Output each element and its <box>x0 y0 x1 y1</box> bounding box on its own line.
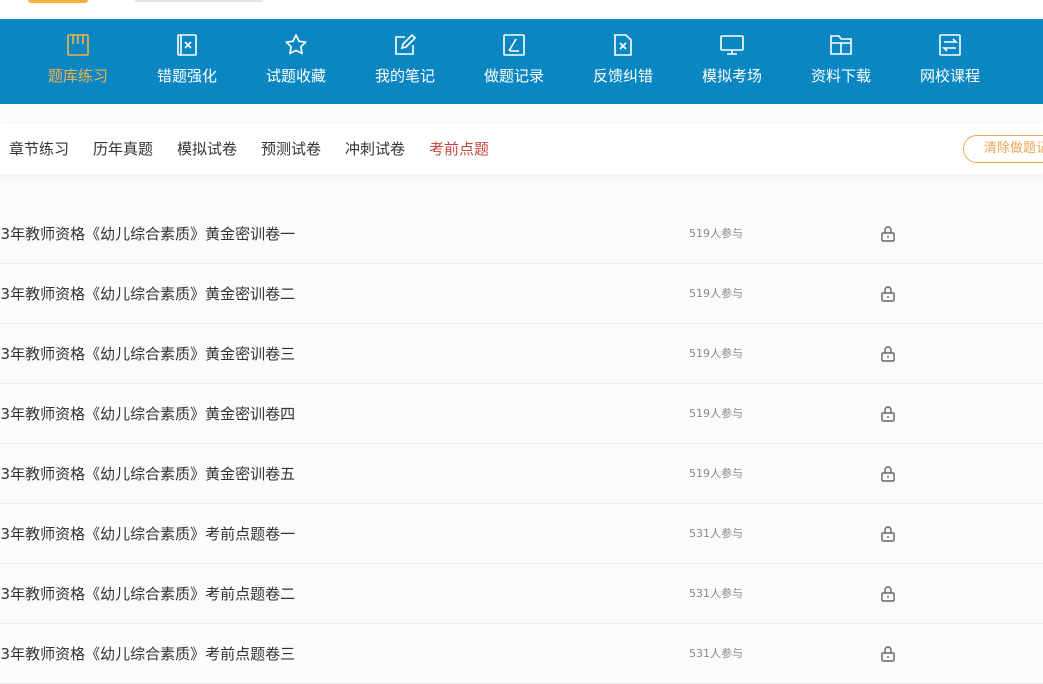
paper-title[interactable]: 23年教师资格《幼儿综合素质》考前点题卷二 <box>0 564 295 624</box>
participant-count: 519人参与 <box>689 407 743 420</box>
nav-item-label: 模拟考场 <box>701 67 762 85</box>
lock-icon[interactable] <box>880 225 896 243</box>
nav-item-downloads[interactable]: 资料下载 <box>791 19 891 104</box>
lock-icon[interactable] <box>880 585 896 603</box>
top-strip <box>0 0 1043 19</box>
feedback-x-icon <box>610 32 636 58</box>
nav-item-label: 资料下载 <box>810 67 871 85</box>
star-icon <box>283 32 309 58</box>
main-nav: 题库练习 错题强化 试题收藏 我的笔记 做题记录 反馈纠错 模拟考场 资料下载 … <box>0 19 1043 104</box>
course-icon <box>937 32 963 58</box>
participant-count: 519人参与 <box>689 287 743 300</box>
list-item[interactable]: 23年教师资格《幼儿综合素质》黄金密训卷五 519人参与 <box>0 444 1043 504</box>
paper-title[interactable]: 23年教师资格《幼儿综合素质》黄金密训卷一 <box>0 204 295 264</box>
paper-title[interactable]: 23年教师资格《幼儿综合素质》考前点题卷一 <box>0 504 295 564</box>
lock-icon[interactable] <box>880 525 896 543</box>
top-divider <box>135 0 263 2</box>
nav-item-label: 试题收藏 <box>265 67 326 85</box>
list-item[interactable]: 23年教师资格《幼儿综合素质》考前点题卷三 531人参与 <box>0 624 1043 684</box>
nav-item-wrong-questions[interactable]: 错题强化 <box>137 19 237 104</box>
list-item[interactable]: 23年教师资格《幼儿综合素质》黄金密训卷三 519人参与 <box>0 324 1043 384</box>
list-item[interactable]: 23年教师资格《幼儿综合素质》考前点题卷二 531人参与 <box>0 564 1043 624</box>
participant-count: 519人参与 <box>689 467 743 480</box>
nav-item-label: 做题记录 <box>483 67 544 85</box>
nav-item-question-bank[interactable]: 题库练习 <box>28 19 128 104</box>
paper-title[interactable]: 23年教师资格《幼儿综合素质》黄金密训卷二 <box>0 264 295 324</box>
top-accent <box>28 0 88 3</box>
nav-item-label: 反馈纠错 <box>592 67 653 85</box>
list-item[interactable]: 23年教师资格《幼儿综合素质》黄金密训卷一 519人参与 <box>0 204 1043 264</box>
wrong-question-icon <box>174 32 200 58</box>
lock-icon[interactable] <box>880 285 896 303</box>
lock-icon[interactable] <box>880 465 896 483</box>
clear-records-button[interactable]: 清除做题记录 <box>963 135 1043 163</box>
nav-item-label: 我的笔记 <box>374 67 435 85</box>
tab-predicted-papers[interactable]: 预测试卷 <box>261 124 321 174</box>
note-edit-icon <box>392 32 418 58</box>
paper-title[interactable]: 23年教师资格《幼儿综合素质》考前点题卷三 <box>0 624 295 684</box>
nav-item-records[interactable]: 做题记录 <box>464 19 564 104</box>
book-icon <box>65 32 91 58</box>
tab-mock-papers[interactable]: 模拟试卷 <box>177 124 237 174</box>
lock-icon[interactable] <box>880 645 896 663</box>
nav-item-feedback[interactable]: 反馈纠错 <box>573 19 673 104</box>
record-icon <box>501 32 527 58</box>
participant-count: 531人参与 <box>689 587 743 600</box>
nav-item-label: 错题强化 <box>156 67 217 85</box>
category-tabbar: 章节练习 历年真题 模拟试卷 预测试卷 冲刺试卷 考前点题 清除做题记录 <box>0 124 1043 174</box>
nav-item-mock-exam[interactable]: 模拟考场 <box>682 19 782 104</box>
lock-icon[interactable] <box>880 345 896 363</box>
tab-chapter-practice[interactable]: 章节练习 <box>9 124 69 174</box>
monitor-icon <box>719 32 745 58</box>
tab-sprint-papers[interactable]: 冲刺试卷 <box>345 124 405 174</box>
participant-count: 519人参与 <box>689 227 743 240</box>
paper-title[interactable]: 23年教师资格《幼儿综合素质》黄金密训卷五 <box>0 444 295 504</box>
paper-title[interactable]: 23年教师资格《幼儿综合素质》黄金密训卷四 <box>0 384 295 444</box>
lock-icon[interactable] <box>880 405 896 423</box>
participant-count: 531人参与 <box>689 527 743 540</box>
nav-item-courses[interactable]: 网校课程 <box>900 19 1000 104</box>
participant-count: 519人参与 <box>689 347 743 360</box>
nav-item-favorites[interactable]: 试题收藏 <box>246 19 346 104</box>
nav-item-exam[interactable]: 考 <box>1009 19 1043 104</box>
list-item[interactable]: 23年教师资格《幼儿综合素质》考前点题卷一 531人参与 <box>0 504 1043 564</box>
list-item[interactable]: 23年教师资格《幼儿综合素质》黄金密训卷四 519人参与 <box>0 384 1043 444</box>
folder-icon <box>828 32 854 58</box>
nav-item-notes[interactable]: 我的笔记 <box>355 19 455 104</box>
tab-past-exams[interactable]: 历年真题 <box>93 124 153 174</box>
nav-item-label: 题库练习 <box>47 67 108 85</box>
tab-pre-exam-points[interactable]: 考前点题 <box>429 124 489 174</box>
list-item[interactable]: 23年教师资格《幼儿综合素质》黄金密训卷二 519人参与 <box>0 264 1043 324</box>
paper-title[interactable]: 23年教师资格《幼儿综合素质》黄金密训卷三 <box>0 324 295 384</box>
participant-count: 531人参与 <box>689 647 743 660</box>
nav-item-label: 网校课程 <box>919 67 980 85</box>
